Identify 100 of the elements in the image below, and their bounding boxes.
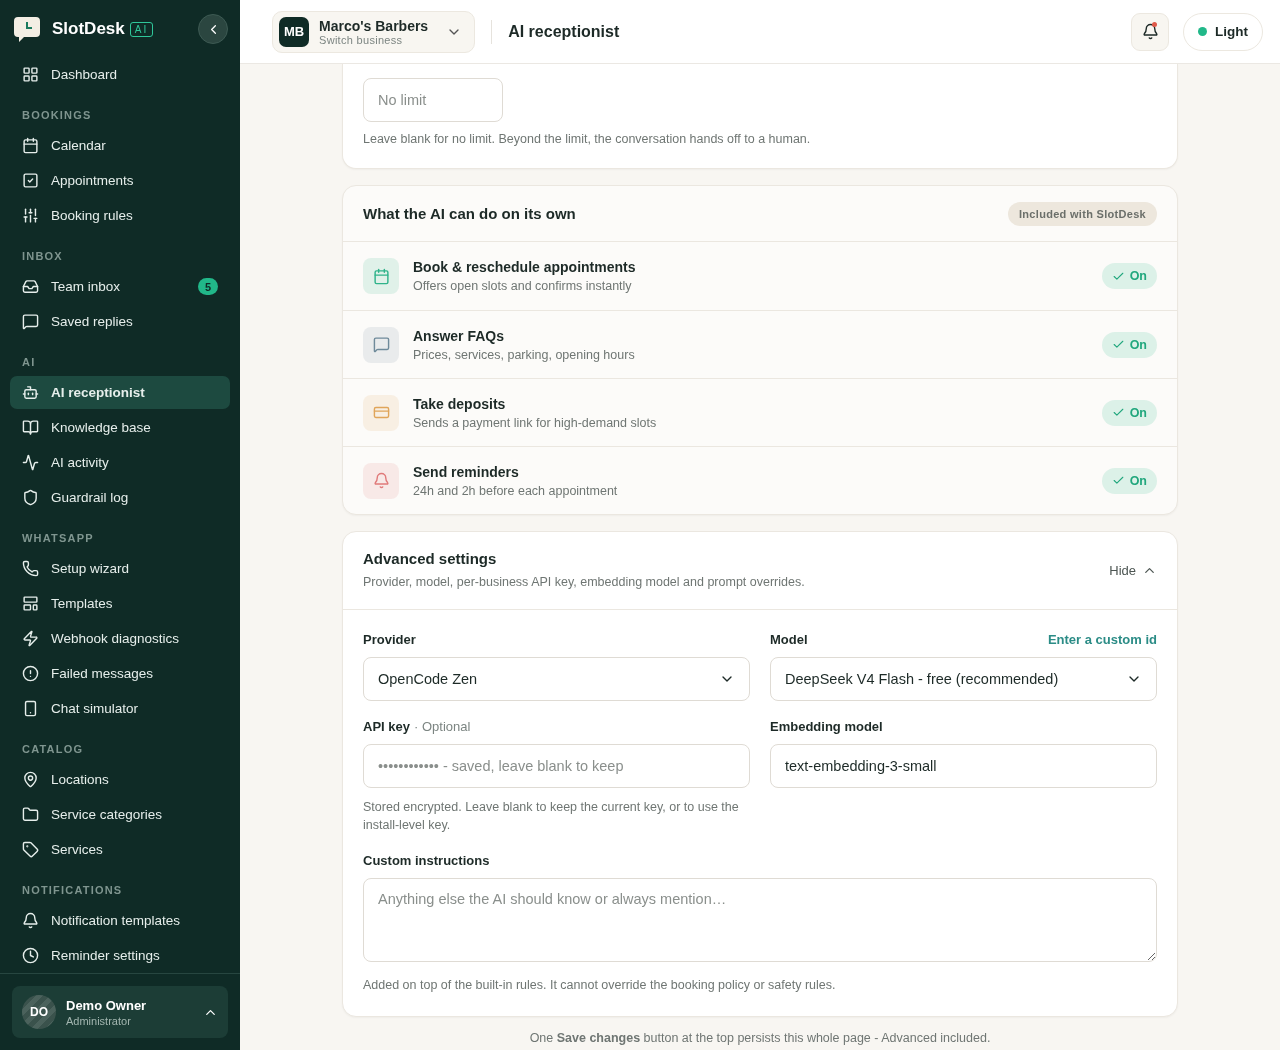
pulse-icon	[22, 454, 39, 471]
model-select[interactable]: DeepSeek V4 Flash - free (recommended)	[770, 657, 1157, 702]
api-key-field[interactable]: •••••••••••• - saved, leave blank to keep	[363, 744, 750, 789]
capability-description: Sends a payment link for high-demand slots	[413, 415, 657, 430]
nav-item[interactable]: Chat simulator	[10, 692, 230, 725]
inbox-icon	[22, 278, 39, 295]
logo-icon	[12, 14, 42, 44]
clock-icon	[22, 947, 39, 964]
nav-label: Templates	[51, 596, 113, 611]
field-label: Custom instructions	[363, 852, 490, 868]
nav-item[interactable]: Service categories	[10, 798, 230, 831]
calendar-icon	[22, 137, 39, 154]
limit-field[interactable]: No limit	[363, 78, 503, 122]
sliders-icon	[22, 207, 39, 224]
nav-item[interactable]: Notification templates	[10, 904, 230, 937]
user-role: Administrator	[66, 1014, 132, 1027]
nav-label: Appointments	[51, 173, 134, 188]
capability-title: Take deposits	[413, 395, 507, 412]
field-label: Model	[770, 632, 808, 648]
folder-icon	[22, 806, 39, 823]
robot-icon	[22, 384, 39, 401]
checkbox-icon	[22, 172, 39, 189]
card-title: Advanced settings	[363, 550, 498, 568]
nav-label: Notification templates	[51, 913, 181, 928]
section-heading: WHATSAPP	[21, 531, 95, 546]
nav-item[interactable]: Dashboard	[10, 58, 230, 91]
nav-item[interactable]: Webhook diagnostics	[10, 622, 230, 655]
capability-description: Offers open slots and confirms instantly	[413, 279, 633, 294]
nav-item[interactable]: Failed messages	[10, 657, 230, 690]
user-name: Demo Owner	[66, 997, 148, 1013]
nav-item[interactable]: Saved replies	[10, 305, 230, 338]
nav-item[interactable]: Templates	[10, 587, 230, 620]
nav-label: Reminder settings	[51, 948, 160, 963]
nav-item[interactable]: Appointments	[10, 164, 230, 197]
avatar: DO	[22, 995, 56, 1029]
nav-label: Guardrail log	[51, 490, 129, 505]
theme-toggle[interactable]: Light	[1183, 12, 1263, 51]
ai-badge: AI	[129, 21, 154, 37]
custom-id-link[interactable]: Enter a custom id	[1047, 632, 1157, 648]
embedding-field[interactable]: text-embedding-3-small	[770, 744, 1157, 789]
phone-icon	[22, 560, 39, 577]
nav-item[interactable]: Guardrail log	[10, 481, 230, 514]
nav-label: Booking rules	[51, 208, 133, 223]
nav-label: Webhook diagnostics	[51, 631, 180, 646]
bell-icon	[1141, 23, 1159, 40]
nav-label: Failed messages	[51, 666, 154, 681]
section-heading: NOTIFICATIONS	[21, 883, 124, 898]
lightning-icon	[22, 630, 39, 647]
nav-label: Locations	[51, 772, 109, 787]
phone-device-icon	[22, 700, 39, 717]
book-icon	[22, 419, 39, 436]
nav-item[interactable]: Team inbox 5	[10, 270, 230, 303]
included-badge: Included with SlotDesk	[1008, 201, 1157, 226]
limit-hint: Leave blank for no limit. Beyond the limit, the conversation hands off to a human.	[363, 131, 812, 148]
nav-label: Setup wizard	[51, 561, 130, 576]
nav-item[interactable]: Locations	[10, 763, 230, 796]
capability-description: Prices, services, parking, opening hours	[413, 347, 635, 362]
bell-icon	[22, 912, 39, 929]
nav-label: AI receptionist	[51, 385, 145, 400]
card-subtitle: Provider, model, per-business API key, embedding model and prompt overrides.	[363, 574, 805, 592]
capability-title: Send reminders	[413, 463, 520, 480]
section-heading: INBOX	[21, 249, 64, 264]
section-heading: AI	[21, 355, 37, 370]
shield-icon	[22, 489, 39, 506]
nav-label: Calendar	[51, 138, 106, 153]
nav-label: Saved replies	[51, 314, 133, 329]
nav-label: Knowledge base	[51, 420, 151, 435]
collapse-button[interactable]	[198, 14, 228, 44]
brand-name: SlotDesk	[52, 19, 125, 39]
instructions-field[interactable]: Anything else the AI should know or always mention…	[363, 877, 1157, 962]
notifications-button[interactable]	[1131, 12, 1169, 51]
nav-item[interactable]: Reminder settings	[10, 939, 230, 972]
footer-note: One Save changes button at the top persists this whole page - Advanced included.	[529, 1029, 991, 1045]
nav-label: AI activity	[51, 455, 109, 470]
nav-item[interactable]: Booking rules	[10, 199, 230, 232]
nav-item[interactable]: AI activity	[10, 446, 230, 479]
alert-icon	[22, 665, 39, 682]
chat-icon	[22, 313, 39, 330]
tag-icon	[22, 841, 39, 858]
nav-item[interactable]: Calendar	[10, 129, 230, 162]
hide-button[interactable]: Hide	[1109, 563, 1157, 579]
user-menu[interactable]: DO Demo Owner Administrator	[12, 986, 228, 1038]
nav-item[interactable]: Setup wizard	[10, 552, 230, 585]
page-title: AI receptionist	[508, 22, 620, 41]
instructions-hint: Added on top of the built-in rules. It cannot override the booking policy or safety rules.	[363, 976, 837, 994]
business-name: Marco's Barbers	[319, 17, 429, 34]
api-key-hint: Stored encrypted. Leave blank to keep the current key, or to use the install-level key.	[363, 799, 740, 835]
nav-item[interactable]: AI receptionist	[10, 376, 230, 409]
pin-icon	[22, 771, 39, 788]
provider-select[interactable]: OpenCode Zen	[363, 657, 750, 702]
business-switcher[interactable]: MB Marco's Barbers Switch business	[272, 10, 476, 53]
nav-item[interactable]: Knowledge base	[10, 411, 230, 444]
card-title: What the AI can do on its own	[363, 205, 576, 223]
capability-title: Answer FAQs	[413, 327, 506, 344]
optional-label: · Optional	[414, 719, 471, 735]
nav-item[interactable]: Services	[10, 833, 230, 866]
nav-label: Dashboard	[51, 67, 118, 82]
section-heading: BOOKINGS	[21, 108, 93, 123]
business-subtitle: Switch business	[319, 33, 404, 46]
nav-label: Services	[51, 842, 103, 857]
